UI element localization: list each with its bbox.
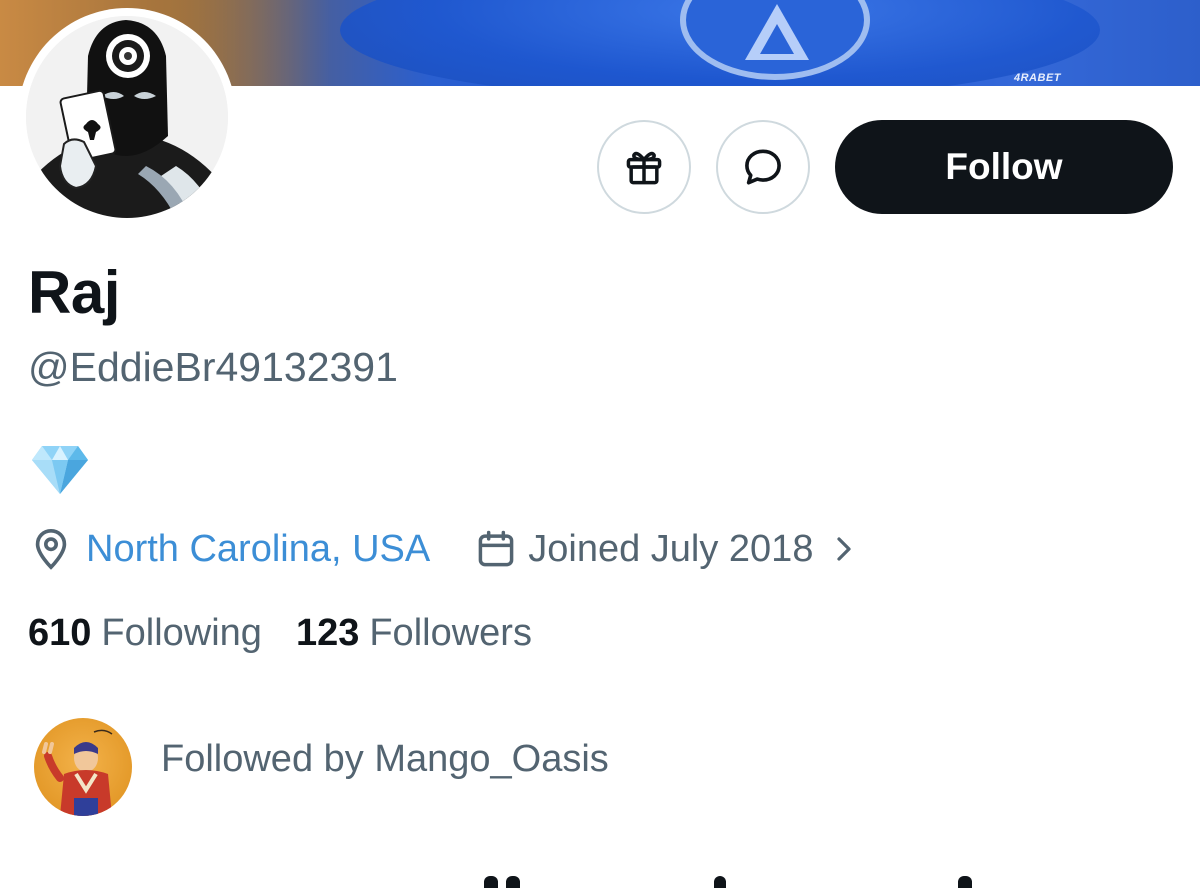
banner-sponsor-text: 4RABET bbox=[1014, 72, 1062, 84]
mutual-follower-avatar[interactable] bbox=[34, 718, 132, 816]
profile-meta-row: North Carolina, USA Joined July 2018 bbox=[28, 523, 859, 575]
following-link[interactable]: 610 Following bbox=[28, 612, 262, 655]
next-section-cutoff bbox=[0, 872, 1200, 888]
message-bubble-icon bbox=[745, 149, 781, 185]
chevron-right-icon[interactable] bbox=[829, 534, 859, 564]
gift-icon bbox=[626, 151, 662, 185]
profile-avatar[interactable] bbox=[18, 8, 236, 226]
follow-counts: 610 Following 123 Followers bbox=[28, 612, 532, 655]
location-pin-icon bbox=[35, 528, 67, 570]
avatar-image bbox=[26, 16, 228, 218]
follow-button[interactable]: Follow bbox=[835, 120, 1173, 214]
followers-link[interactable]: 123 Followers bbox=[296, 612, 532, 655]
calendar-icon bbox=[478, 530, 514, 567]
mutual-follower-illustration bbox=[42, 729, 113, 816]
banner-logo-triangle-inner bbox=[760, 24, 794, 54]
gem-stone-icon bbox=[32, 446, 88, 494]
following-label: Following bbox=[101, 612, 262, 654]
user-handle: @EddieBr49132391 bbox=[28, 344, 398, 390]
message-button[interactable] bbox=[716, 120, 810, 214]
following-count: 610 bbox=[28, 612, 92, 654]
joined-date[interactable]: Joined July 2018 bbox=[528, 528, 813, 571]
followed-by-text[interactable]: Followed by Mango_Oasis bbox=[161, 738, 609, 781]
location-link[interactable]: North Carolina, USA bbox=[86, 528, 430, 571]
followers-label: Followers bbox=[369, 612, 532, 654]
display-name: Raj bbox=[28, 259, 120, 326]
followers-count: 123 bbox=[295, 612, 360, 654]
gift-button[interactable] bbox=[597, 120, 691, 214]
masked-figure-illustration bbox=[26, 16, 228, 218]
